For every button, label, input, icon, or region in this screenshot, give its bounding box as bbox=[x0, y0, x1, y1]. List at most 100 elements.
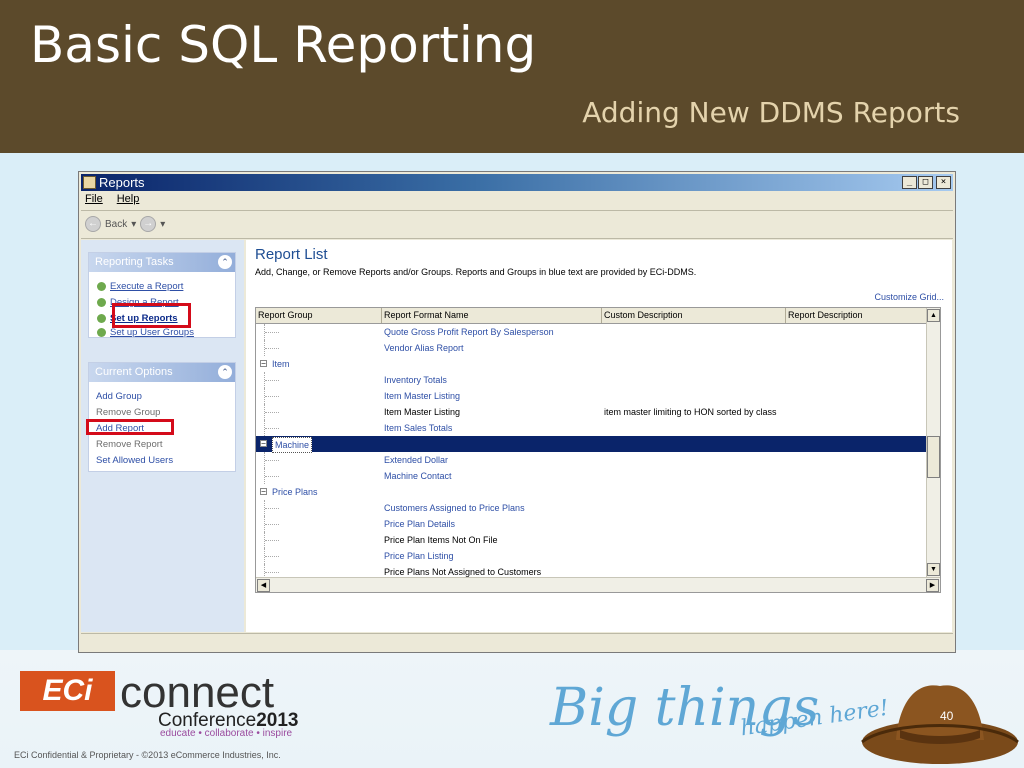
table-row[interactable]: − Machine bbox=[256, 436, 927, 453]
eci-logo: ECi bbox=[20, 671, 115, 711]
slide-title: Basic SQL Reporting bbox=[30, 16, 537, 74]
tree-connector bbox=[264, 500, 281, 516]
conference-tagline: educate • collaborate • inspire bbox=[160, 728, 293, 739]
table-row[interactable]: Quote Gross Profit Report By Salesperson bbox=[256, 324, 927, 340]
collapse-toggle-icon[interactable]: − bbox=[260, 440, 267, 448]
minimize-button[interactable]: _ bbox=[902, 176, 917, 189]
cell-name: Extended Dollar bbox=[384, 455, 449, 465]
cell-name: Price Plan Listing bbox=[384, 551, 454, 561]
customize-grid-link[interactable]: Customize Grid... bbox=[874, 292, 944, 302]
column-report-group[interactable]: Report Group bbox=[256, 308, 382, 323]
table-row[interactable]: Item Sales Totals bbox=[256, 420, 927, 436]
menu-divider bbox=[81, 210, 953, 211]
tree-connector bbox=[264, 452, 281, 468]
tree-connector bbox=[264, 420, 281, 436]
scroll-left-arrow-icon[interactable]: ◀ bbox=[257, 579, 270, 592]
current-options-title: Current Options bbox=[95, 366, 173, 378]
design-icon bbox=[97, 298, 106, 307]
cell-custom: item master limiting to HON sorted by cl… bbox=[604, 407, 777, 417]
cell-name: Quote Gross Profit Report By Salesperson bbox=[384, 327, 554, 337]
option-remove-report: Remove Report bbox=[96, 439, 163, 450]
table-row[interactable]: Price Plan Items Not On File bbox=[256, 532, 927, 548]
collapse-toggle-icon[interactable]: − bbox=[260, 360, 267, 368]
table-row[interactable]: − Price Plans bbox=[256, 484, 927, 500]
table-row[interactable]: Item Master Listing item master limiting … bbox=[256, 404, 927, 420]
window-title: Reports bbox=[99, 175, 145, 190]
vertical-scrollbar[interactable]: ▲ ▼ bbox=[926, 308, 940, 577]
report-list-description: Add, Change, or Remove Reports and/or Gr… bbox=[255, 267, 697, 277]
tree-connector bbox=[264, 532, 281, 548]
slide-subtitle: Adding New DDMS Reports bbox=[582, 96, 960, 129]
cell-name: Vendor Alias Report bbox=[384, 343, 464, 353]
execute-icon bbox=[97, 282, 106, 291]
collapse-toggle-icon[interactable]: − bbox=[260, 488, 267, 496]
table-row[interactable]: Inventory Totals bbox=[256, 372, 927, 388]
table-row[interactable]: Item Master Listing bbox=[256, 388, 927, 404]
table-row[interactable]: Vendor Alias Report bbox=[256, 340, 927, 356]
option-set-allowed-users[interactable]: Set Allowed Users bbox=[96, 455, 173, 466]
reports-app-icon bbox=[83, 176, 96, 189]
tree-connector bbox=[264, 372, 281, 388]
horizontal-scrollbar[interactable]: ◀ ▶ bbox=[256, 577, 940, 592]
status-bar bbox=[81, 633, 953, 650]
user-groups-icon bbox=[97, 328, 106, 337]
task-set-up-user-groups[interactable]: Set up User Groups bbox=[97, 327, 194, 338]
page-number: 40 bbox=[940, 709, 954, 723]
column-report-format-name[interactable]: Report Format Name bbox=[382, 308, 602, 323]
forward-arrow-icon[interactable]: → bbox=[140, 216, 157, 232]
menu-help[interactable]: Help bbox=[117, 193, 140, 205]
close-button[interactable]: × bbox=[936, 176, 951, 189]
table-row[interactable]: Machine Contact bbox=[256, 468, 927, 484]
toolbar-divider bbox=[81, 238, 953, 239]
task-execute-report[interactable]: Execute a Report bbox=[97, 281, 183, 292]
grid-body: Quote Gross Profit Report By Salesperson… bbox=[256, 324, 927, 577]
window-titlebar[interactable]: Reports _ □ × bbox=[81, 174, 953, 191]
tree-connector bbox=[264, 324, 281, 340]
current-options-panel: Current Options ⌃ Add Group Remove Group… bbox=[88, 362, 236, 472]
cell-name: Price Plan Items Not On File bbox=[384, 535, 498, 545]
option-add-group[interactable]: Add Group bbox=[96, 391, 142, 402]
cell-name: Price Plans Not Assigned to Customers bbox=[384, 567, 542, 577]
table-row[interactable]: Price Plan Details bbox=[256, 516, 927, 532]
table-row[interactable]: Price Plans Not Assigned to Customers bbox=[256, 564, 927, 577]
cell-name: Item Master Listing bbox=[384, 391, 461, 401]
slide-footer: ECi Confidential & Proprietary - ©2013 e… bbox=[14, 750, 281, 760]
cell-name: Customers Assigned to Price Plans bbox=[384, 503, 525, 513]
tree-connector bbox=[264, 468, 281, 484]
menu-file[interactable]: File bbox=[85, 193, 103, 205]
back-button-label[interactable]: Back bbox=[105, 219, 127, 230]
cell-name: Inventory Totals bbox=[384, 375, 447, 385]
table-row[interactable]: Price Plan Listing bbox=[256, 548, 927, 564]
tree-connector bbox=[264, 340, 281, 356]
grid-header: Report Group Report Format Name Custom D… bbox=[256, 308, 927, 324]
navigation-toolbar: ← Back ▾ → ▾ bbox=[85, 213, 165, 235]
forward-dropdown-icon[interactable]: ▾ bbox=[160, 219, 165, 230]
column-report-description[interactable]: Report Description bbox=[786, 308, 927, 323]
scroll-right-arrow-icon[interactable]: ▶ bbox=[926, 579, 939, 592]
table-row[interactable]: Extended Dollar bbox=[256, 452, 927, 468]
collapse-chevron-icon[interactable]: ⌃ bbox=[218, 365, 232, 379]
scroll-down-arrow-icon[interactable]: ▼ bbox=[927, 563, 940, 576]
reporting-tasks-header[interactable]: Reporting Tasks ⌃ bbox=[89, 253, 235, 272]
tree-connector bbox=[264, 404, 281, 420]
collapse-chevron-icon[interactable]: ⌃ bbox=[218, 255, 232, 269]
back-dropdown-icon[interactable]: ▾ bbox=[131, 219, 136, 230]
cell-name: Price Plan Details bbox=[384, 519, 456, 529]
report-group-name: Item bbox=[272, 359, 290, 369]
cell-name: Machine Contact bbox=[384, 471, 452, 481]
back-arrow-icon[interactable]: ← bbox=[85, 216, 101, 232]
reporting-tasks-title: Reporting Tasks bbox=[95, 256, 174, 268]
setup-icon bbox=[97, 314, 106, 323]
column-custom-description[interactable]: Custom Description bbox=[602, 308, 786, 323]
vertical-scroll-thumb[interactable] bbox=[927, 436, 940, 478]
tree-connector bbox=[264, 548, 281, 564]
report-grid: Report Group Report Format Name Custom D… bbox=[255, 307, 941, 593]
current-options-header[interactable]: Current Options ⌃ bbox=[89, 363, 235, 382]
menu-bar: File Help bbox=[85, 193, 139, 205]
maximize-button[interactable]: □ bbox=[918, 176, 933, 189]
tree-connector bbox=[264, 564, 281, 577]
scroll-up-arrow-icon[interactable]: ▲ bbox=[927, 309, 940, 322]
cell-name: Item Master Listing bbox=[384, 407, 461, 417]
table-row[interactable]: − Item bbox=[256, 356, 927, 372]
table-row[interactable]: Customers Assigned to Price Plans bbox=[256, 500, 927, 516]
